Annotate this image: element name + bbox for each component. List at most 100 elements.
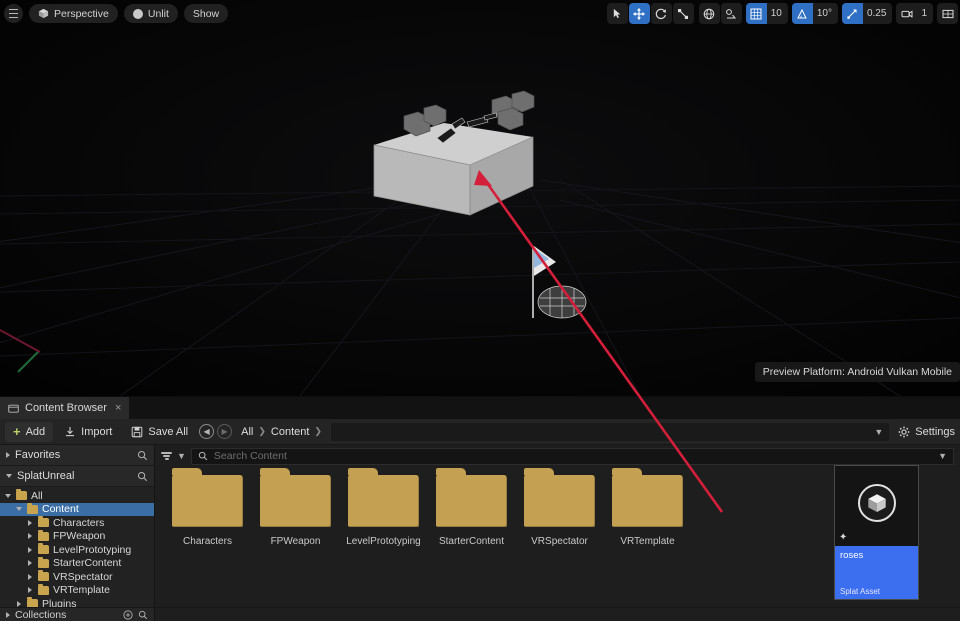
add-button[interactable]: + Add — [5, 421, 54, 442]
tree-expander[interactable] — [25, 560, 34, 567]
search-input-wrapper[interactable]: ▼ — [190, 447, 954, 465]
search-icon[interactable] — [137, 450, 148, 461]
tree-item-characters[interactable]: Characters — [0, 516, 154, 530]
folder-tile[interactable]: VRTemplate — [609, 468, 686, 547]
grid-snap-icon[interactable] — [745, 3, 767, 24]
folder-tile[interactable]: FPWeapon — [257, 468, 334, 547]
tree-item-vrtemplate[interactable]: VRTemplate — [0, 583, 154, 598]
asset-grid[interactable]: Characters FPWeapon LevelPrototyping Starte… — [155, 465, 960, 607]
import-button[interactable]: Import — [56, 422, 120, 442]
translate-tool-button[interactable] — [628, 3, 650, 24]
tree-expander[interactable] — [25, 533, 34, 540]
search-icon[interactable] — [138, 610, 148, 620]
scale-snap-value[interactable]: 0.25 — [863, 3, 892, 24]
search-icon[interactable] — [137, 471, 148, 482]
add-collection-icon[interactable] — [123, 610, 133, 620]
asset-thumbnail[interactable]: ✦ — [835, 466, 918, 546]
folder-icon[interactable] — [524, 468, 595, 527]
select-tool-button[interactable] — [606, 3, 628, 24]
chevron-right-icon[interactable] — [6, 452, 10, 458]
search-input[interactable] — [213, 450, 933, 462]
viewport-toolbar-right[interactable]: 10 10° 0.25 1 — [606, 3, 958, 24]
filter-row[interactable]: ▼ ▼ — [155, 445, 960, 467]
grid-snap-value[interactable]: 10 — [767, 3, 788, 24]
chevron-right-icon[interactable] — [16, 600, 21, 607]
breadcrumb-all[interactable]: All — [241, 426, 253, 438]
viewport-toolbar-left[interactable]: Perspective Unlit Show — [4, 4, 229, 23]
favorites-section-header[interactable]: Favorites — [0, 445, 154, 466]
angle-snap-group[interactable]: 10° — [791, 3, 838, 24]
viewport-menu-icon[interactable] — [4, 4, 23, 23]
tree-item-plugins[interactable]: Plugins — [0, 597, 154, 607]
close-icon[interactable]: × — [115, 402, 121, 414]
tree-item-fpweapon[interactable]: FPWeapon — [0, 529, 154, 544]
view-mode-button[interactable]: Unlit — [123, 4, 178, 23]
coordinate-system-button[interactable] — [698, 3, 720, 24]
chevron-right-icon[interactable] — [27, 546, 32, 553]
rotate-tool-button[interactable] — [650, 3, 672, 24]
chevron-down-icon[interactable] — [6, 474, 12, 478]
settings-button[interactable]: Settings — [898, 426, 955, 438]
scale-snap-group[interactable]: 0.25 — [841, 3, 893, 24]
tree-item-levelprototyping[interactable]: LevelPrototyping — [0, 543, 154, 557]
asset-tile-roses[interactable]: ✦ roses Splat Asset — [834, 465, 919, 600]
forward-arrow-icon[interactable]: ▶ — [217, 424, 233, 439]
tree-item-startercontent[interactable]: StarterContent — [0, 556, 154, 571]
folder-icon[interactable] — [260, 468, 331, 527]
camera-speed-group[interactable]: 1 — [896, 3, 933, 24]
project-section-header[interactable]: SplatUnreal — [0, 466, 154, 487]
view-options-icon[interactable]: ▼ — [938, 451, 947, 461]
chevron-right-icon[interactable] — [27, 573, 32, 580]
chevron-right-icon[interactable] — [27, 533, 32, 540]
surface-snap-button[interactable] — [720, 3, 742, 24]
angle-snap-value[interactable]: 10° — [813, 3, 838, 24]
tree-expander[interactable] — [25, 546, 34, 553]
tab-content-browser[interactable]: Content Browser × — [0, 397, 130, 419]
collections-section-header[interactable]: Collections — [0, 607, 154, 621]
filter-chevron-icon[interactable]: ▼ — [177, 451, 186, 461]
chevron-down-icon[interactable] — [15, 507, 22, 512]
folder-icon[interactable] — [172, 468, 243, 527]
folder-tile[interactable]: Characters — [169, 468, 246, 547]
star-icon[interactable]: ✦ — [839, 532, 847, 543]
maximize-viewport-button[interactable] — [937, 3, 958, 24]
filter-icon[interactable] — [161, 452, 172, 460]
show-menu-button[interactable]: Show — [183, 4, 229, 23]
tree-expander[interactable] — [14, 600, 23, 607]
tree-expander[interactable] — [25, 587, 34, 594]
folder-tile[interactable]: VRSpectator — [521, 468, 598, 547]
perspective-button[interactable]: Perspective — [29, 4, 118, 23]
save-all-button[interactable]: Save All — [123, 422, 196, 442]
folder-tile[interactable]: LevelPrototyping — [345, 468, 422, 547]
grid-snap-group[interactable]: 10 — [745, 3, 788, 24]
tree-expander[interactable] — [25, 519, 34, 526]
folder-tile[interactable]: StarterContent — [433, 468, 510, 547]
tree-expander[interactable] — [14, 507, 23, 512]
chevron-down-icon[interactable] — [4, 493, 11, 498]
angle-snap-icon[interactable] — [791, 3, 813, 24]
folder-icon[interactable] — [348, 468, 419, 527]
tree-expander[interactable] — [25, 573, 34, 580]
folder-tree[interactable]: All Content Characters FPWeapon LevelPrototy… — [0, 487, 154, 607]
camera-speed-value[interactable]: 1 — [917, 3, 933, 24]
chevron-right-icon[interactable] — [27, 587, 32, 594]
chevron-down-icon[interactable]: ▼ — [874, 427, 883, 437]
scale-snap-icon[interactable] — [841, 3, 863, 24]
content-browser-toolbar[interactable]: + Add Import Save All ◀ ▶ All ❯ Content … — [0, 419, 960, 445]
path-field[interactable]: ▼ — [330, 422, 890, 441]
scale-tool-button[interactable] — [672, 3, 694, 24]
camera-icon[interactable] — [896, 3, 917, 24]
tree-item-vrspectator[interactable]: VRSpectator — [0, 570, 154, 584]
folder-icon[interactable] — [612, 468, 683, 527]
breadcrumb[interactable]: All ❯ Content ❯ — [241, 426, 322, 438]
folder-icon[interactable] — [436, 468, 507, 527]
tree-expander[interactable] — [3, 493, 12, 498]
player-start-actor[interactable] — [0, 0, 960, 396]
chevron-right-icon[interactable] — [6, 612, 10, 618]
breadcrumb-content[interactable]: Content — [271, 426, 310, 438]
level-viewport[interactable]: Perspective Unlit Show 10 10° 0.25 1 Pre… — [0, 0, 960, 396]
tree-item-all[interactable]: All — [0, 489, 154, 503]
back-arrow-icon[interactable]: ◀ — [199, 424, 215, 439]
chevron-right-icon[interactable] — [27, 519, 32, 526]
tree-item-content[interactable]: Content — [0, 502, 154, 516]
